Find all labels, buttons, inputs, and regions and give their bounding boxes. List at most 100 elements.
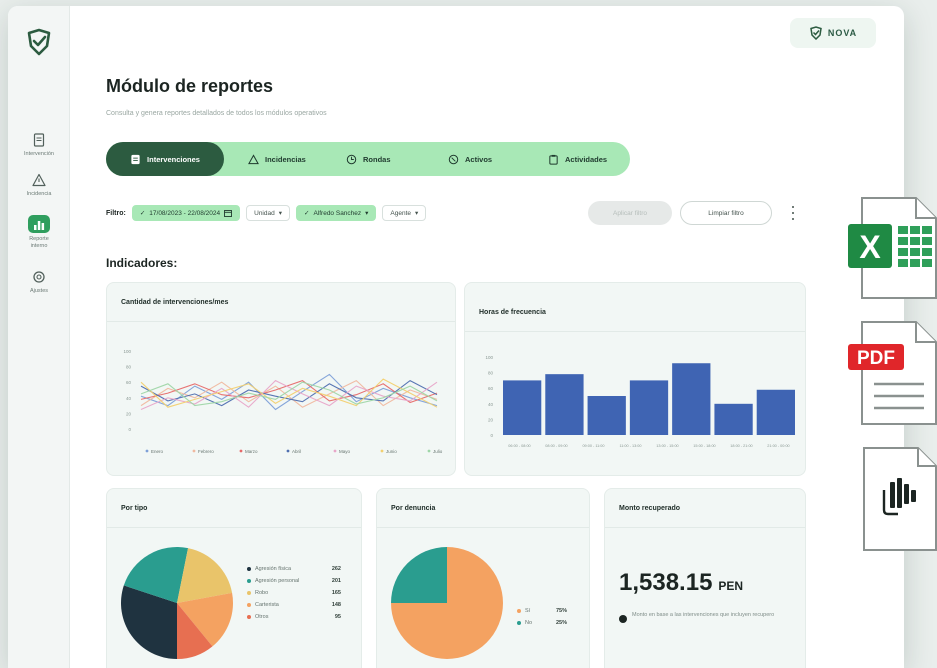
tab-actividades[interactable]: Actividades [548,142,607,176]
legend-marker [247,615,251,619]
y-tick-label: 0 [128,427,131,432]
warning-icon [248,153,259,164]
amount-card: Monto recuperado 1,538.15 PEN Monto en b… [604,488,806,668]
sidebar-item-ajustes[interactable]: Ajustes [8,269,70,295]
app-window: Intervención Incidencia Reporte interno … [8,6,904,668]
bar [545,374,584,435]
amount-value: 1,538.15 [619,569,713,596]
bar-chart: 0 20 40 60 80 100 06:00 - 08:00 08:00 - 09:00 09… [485,355,795,448]
tab-label: Rondas [363,154,391,164]
date-range-value: 17/08/2023 - 22/08/2024 [149,209,221,217]
pdf-file-icon[interactable]: PDF [846,318,937,428]
shield-logo-icon [809,26,822,40]
agent-select-value: Agente [390,209,412,217]
legend-marker [333,449,337,453]
box-icon [448,154,459,164]
y-tick-label: 80 [488,371,494,376]
unit-select[interactable]: Unidad ▾ [246,205,290,221]
chevron-down-icon: ▾ [415,210,419,217]
brand-name: NOVA [827,28,858,38]
legend-marker [247,579,251,583]
filter-label: Filtro: [106,209,126,217]
tab-rondas[interactable]: Rondas [346,142,391,176]
legend-marker [427,449,431,453]
legend-value: 75% [555,608,567,614]
x-tick-label: 21:00 - 00:00 [767,444,789,448]
sidebar-item-label: Ajustes [29,288,49,294]
pie-slice [391,547,447,603]
svg-text:PDF: PDF [857,348,895,369]
legend-item: No 25% [517,617,567,629]
legend-label: Agresión física [255,566,292,572]
bar [672,363,711,435]
legend-label: Mayo [339,449,351,454]
tab-activos[interactable]: Activos [448,142,492,176]
legend-label: Agresión personal [255,578,300,584]
svg-text:X: X [859,229,881,265]
complaint-pie-card: Por denuncia Sí 75% No 25% [376,488,590,668]
type-pie-card: Por tipo Agresión física 262 Agresión pers… [106,488,362,668]
report-tabs: Intervenciones Incidencias Rondas Activo… [106,142,630,176]
date-range-filter[interactable]: ✓ 17/08/2023 - 22/08/2024 [131,205,241,221]
sidebar-item-incidencia[interactable]: Incidencia [8,172,70,198]
legend-item: Agresión física 262 [247,563,341,575]
bar [629,380,669,435]
sidebar-active-indicator [28,215,50,233]
excel-file-icon[interactable]: X [846,194,937,302]
tab-incidencias[interactable]: Incidencias [248,142,306,176]
y-tick-label: 100 [123,349,131,354]
legend-label: Julio [433,449,443,454]
legend-value: 25% [555,620,567,626]
legend-marker [517,621,521,625]
legend-marker [517,609,521,613]
powerbi-file-icon[interactable] [862,444,937,554]
legend-label: Abril [292,449,301,454]
y-tick-label: 100 [485,355,493,360]
agent-select[interactable]: Agente ▾ [382,205,427,221]
legend-marker [380,449,384,453]
y-tick-label: 40 [488,402,494,407]
tab-label: Intervenciones [147,154,200,164]
legend-label: No [525,620,533,626]
indicators-heading: Indicadores: [106,256,178,270]
page-title: Módulo de reportes [106,76,274,96]
x-tick-label: 18:00 - 21:00 [730,444,752,448]
sidebar-item-reporte-interno[interactable]: Reporte interno [8,215,70,250]
y-tick-label: 20 [126,411,132,416]
clear-filter-button[interactable]: Limpiar filtro [680,201,772,225]
legend-value: 165 [331,590,341,596]
sidebar: Intervención Incidencia Reporte interno … [8,6,70,668]
check-icon: ✓ [139,210,146,217]
more-options-icon[interactable] [789,206,797,220]
y-tick-label: 20 [488,417,494,422]
complaint-legend: Sí 75% No 25% [517,605,567,629]
sidebar-item-label: Reporte interno [29,236,49,249]
person-select[interactable]: ✓ Alfredo Sanchez ▾ [296,205,377,221]
line-chart-card: Cantidad de intervenciones/mes 0 20 40 60 80… [106,282,456,476]
complaint-pie-chart [391,547,503,659]
info-icon [619,615,627,623]
divider [605,527,805,528]
y-tick-label: 0 [490,433,493,438]
tab-label: Activos [465,154,493,164]
apply-filter-button[interactable]: Aplicar filtro [588,201,672,225]
sidebar-item-intervencion[interactable]: Intervención [8,132,70,158]
legend-marker [247,591,251,595]
legend-marker [247,603,251,607]
legend-item: Agresión personal 201 [247,575,341,587]
y-tick-label: 80 [126,365,132,370]
legend-item: Otros 95 [247,611,341,623]
tab-label: Incidencias [265,154,306,164]
bar [714,403,753,435]
legend-marker [192,449,196,453]
shield-logo-icon[interactable] [25,28,53,56]
bar [587,396,626,435]
x-tick-label: 09:00 - 11:00 [582,444,604,448]
check-icon: ✓ [304,210,310,217]
x-tick-label: 11:00 - 13:00 [619,444,641,448]
legend-item: Sí 75% [517,605,567,617]
legend-value: 148 [331,602,341,608]
clock-icon [346,154,357,164]
x-tick-label: 15:00 - 18:00 [693,444,715,448]
tab-intervenciones[interactable]: Intervenciones [106,142,224,176]
